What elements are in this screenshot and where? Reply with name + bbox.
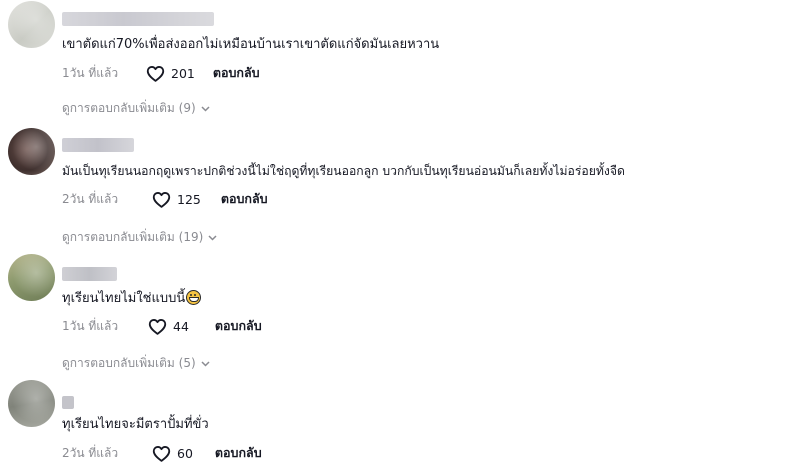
comment-text: ทุเรียนไทยไม่ใช่แบบนี้: [62, 290, 202, 308]
comment-meta: 2วัน ที่แล้ว 125 ตอบกลับ: [62, 190, 268, 208]
heart-outline-icon: [152, 445, 171, 462]
avatar[interactable]: [8, 128, 55, 175]
comment-time: 2วัน ที่แล้ว: [62, 445, 119, 460]
reply-button[interactable]: ตอบกลับ: [213, 63, 260, 83]
view-more-replies[interactable]: ดูการตอบกลับเพิ่มเติม (19): [62, 228, 217, 247]
like-count: 44: [173, 318, 189, 334]
avatar[interactable]: [8, 380, 55, 427]
reply-button[interactable]: ตอบกลับ: [215, 316, 262, 336]
chevron-down-icon: [201, 105, 210, 112]
grinning-sweat-emoji: [186, 290, 202, 305]
view-more-replies-label: ดูการตอบกลับเพิ่มเติม (9): [62, 101, 196, 115]
comment-meta: 1วัน ที่แล้ว 201 ตอบกลับ: [62, 64, 260, 82]
heart-outline-icon: [152, 191, 171, 208]
comment-text: ทุเรียนไทยจะมีตราปั้มที่ขั่ว: [62, 417, 209, 432]
avatar[interactable]: [8, 1, 55, 48]
chevron-down-icon: [208, 234, 217, 241]
username-blurred[interactable]: [62, 267, 117, 281]
like-count: 201: [171, 65, 195, 81]
comment-time: 1วัน ที่แล้ว: [62, 318, 119, 333]
view-more-replies-label: ดูการตอบกลับเพิ่มเติม (5): [62, 356, 196, 370]
comment-time: 1วัน ที่แล้ว: [62, 65, 119, 80]
like-button[interactable]: 125: [152, 191, 201, 208]
username-blurred[interactable]: [62, 138, 134, 152]
comment-meta: 2วัน ที่แล้ว 60 ตอบกลับ: [62, 444, 262, 462]
view-more-replies-label: ดูการตอบกลับเพิ่มเติม (19): [62, 230, 204, 244]
comment-time: 2วัน ที่แล้ว: [62, 191, 119, 206]
avatar[interactable]: [8, 254, 55, 301]
username-blurred[interactable]: [62, 396, 74, 409]
view-more-replies[interactable]: ดูการตอบกลับเพิ่มเติม (5): [62, 354, 210, 373]
reply-button[interactable]: ตอบกลับ: [215, 443, 262, 463]
comment-text: เขาตัดแก่70%เพื่อส่งออกไม่เหมือนบ้านเราเ…: [62, 37, 440, 52]
chevron-down-icon: [201, 360, 210, 367]
comment-text-content: ทุเรียนไทยไม่ใช่แบบนี้: [62, 291, 186, 306]
like-button[interactable]: 201: [146, 65, 195, 82]
username-blurred[interactable]: [62, 12, 214, 26]
heart-outline-icon: [148, 318, 167, 335]
comment-meta: 1วัน ที่แล้ว 44 ตอบกลับ: [62, 317, 262, 335]
comment-text: มันเป็นทุเรียนนอกฤดูเพราะปกติช่วงนี้ไม่ใ…: [62, 164, 625, 178]
view-more-replies[interactable]: ดูการตอบกลับเพิ่มเติม (9): [62, 99, 210, 118]
like-button[interactable]: 44: [148, 318, 189, 335]
like-count: 60: [177, 445, 193, 461]
reply-button[interactable]: ตอบกลับ: [221, 189, 268, 209]
like-count: 125: [177, 191, 201, 207]
like-button[interactable]: 60: [152, 445, 193, 462]
heart-outline-icon: [146, 65, 165, 82]
